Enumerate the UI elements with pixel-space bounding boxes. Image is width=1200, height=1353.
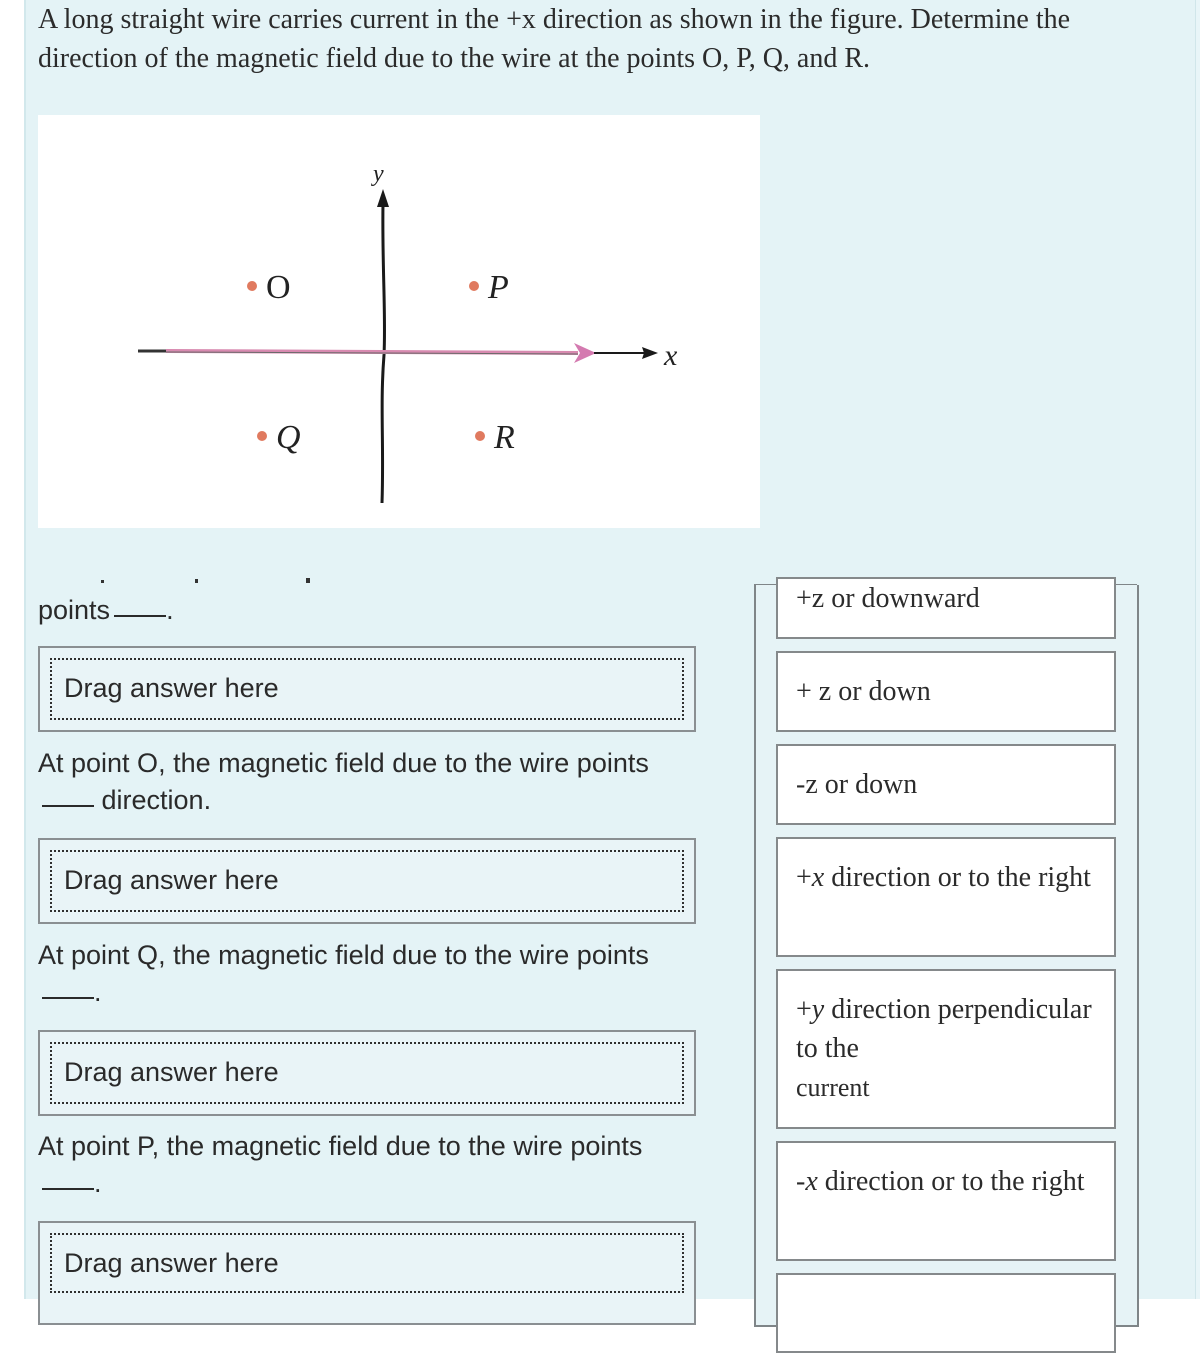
answer-chip-plus-z-down[interactable]: + z or down xyxy=(776,651,1116,732)
point-p-marker xyxy=(469,281,479,291)
answer-chip-label: direction perpendicular to the xyxy=(796,994,1092,1064)
answer-chip-minus-x-right[interactable]: -x direction or to the right xyxy=(776,1141,1116,1261)
answer-chip-label-tail: current xyxy=(796,1073,870,1102)
x-axis-arrowhead xyxy=(642,347,658,359)
dropzone-r[interactable]: Drag answer here xyxy=(38,646,696,732)
answer-chip-axis: y xyxy=(811,994,825,1025)
answer-chip-label: +z or downward xyxy=(796,583,980,614)
y-axis-label: y xyxy=(371,161,384,187)
dropzone-p[interactable]: Drag answer here xyxy=(38,1221,696,1325)
prompt-p: At point P, the magnetic field due to th… xyxy=(38,1128,678,1202)
prompt-suffix: . xyxy=(166,595,174,625)
point-o-marker xyxy=(247,281,257,291)
prompt-text: At point O, the magnetic field due to th… xyxy=(38,748,649,778)
point-r-marker xyxy=(475,431,485,441)
answer-chip-partial[interactable] xyxy=(776,1273,1116,1353)
answer-chip-label: + z or down xyxy=(796,676,931,707)
prompt-text: points xyxy=(38,595,111,625)
dropzone-placeholder[interactable]: Drag answer here xyxy=(50,850,684,912)
answer-chip-label: direction or to the right xyxy=(824,862,1091,893)
x-axis-label: x xyxy=(663,339,678,372)
answer-chip-plus-z-downward[interactable]: +z or downward xyxy=(776,577,1116,639)
prompt-r: points. xyxy=(38,592,678,629)
point-o-label: O xyxy=(266,269,291,306)
answer-chip-label: direction or to the right xyxy=(817,1166,1085,1197)
dropzone-o[interactable]: Drag answer here xyxy=(38,838,696,924)
answer-chip-axis: x xyxy=(811,862,825,893)
prompt-suffix: . xyxy=(94,1168,102,1198)
answer-chip-label: -z or down xyxy=(796,769,918,800)
answer-chip-plus-x-right[interactable]: +x direction or to the right xyxy=(776,837,1116,957)
prompt-text: At point P, the magnetic field due to th… xyxy=(38,1131,643,1161)
point-p-label: P xyxy=(487,269,509,306)
answer-bank[interactable]: +z or downward + z or down -z or down +x… xyxy=(754,577,1139,1353)
prompt-text: At point Q, the magnetic field due to th… xyxy=(38,940,649,970)
panel-edge xyxy=(1195,0,1200,1299)
answer-blank xyxy=(42,805,94,807)
wire-figure: y x O P Q R xyxy=(38,115,760,528)
y-axis-arrowhead xyxy=(377,189,389,207)
prompt-o: At point O, the magnetic field due to th… xyxy=(38,745,678,819)
answer-chip-sign: - xyxy=(796,1166,806,1197)
answer-blank xyxy=(42,1188,94,1190)
clipped-text-fragment xyxy=(195,579,198,583)
dropzone-placeholder[interactable]: Drag answer here xyxy=(50,1042,684,1104)
point-q-label: Q xyxy=(276,419,301,456)
question-text: A long straight wire carries current in … xyxy=(38,4,1071,74)
answer-blank xyxy=(42,997,94,999)
dropzone-placeholder[interactable]: Drag answer here xyxy=(50,658,684,720)
answer-blank xyxy=(114,615,167,617)
axes-diagram: y x O P Q R xyxy=(138,161,678,504)
prompt-suffix: direction. xyxy=(101,785,212,815)
clipped-text-fragment xyxy=(306,578,310,583)
dropzone-placeholder[interactable]: Drag answer here xyxy=(50,1233,684,1293)
prompt-q: At point Q, the magnetic field due to th… xyxy=(38,937,678,1011)
dropzone-q[interactable]: Drag answer here xyxy=(38,1030,696,1116)
answer-chip-plus-y-perpendicular[interactable]: +y direction perpendicular to the current xyxy=(776,969,1116,1129)
answer-chip-sign: + xyxy=(796,994,812,1025)
point-r-label: R xyxy=(493,419,515,456)
prompt-suffix: . xyxy=(94,977,102,1007)
answer-chip-axis: x xyxy=(805,1166,818,1197)
clipped-text-fragment xyxy=(101,580,104,583)
answer-chip-minus-z-down[interactable]: -z or down xyxy=(776,744,1116,825)
answer-chip-sign: + xyxy=(796,862,812,893)
point-q-marker xyxy=(257,431,267,441)
